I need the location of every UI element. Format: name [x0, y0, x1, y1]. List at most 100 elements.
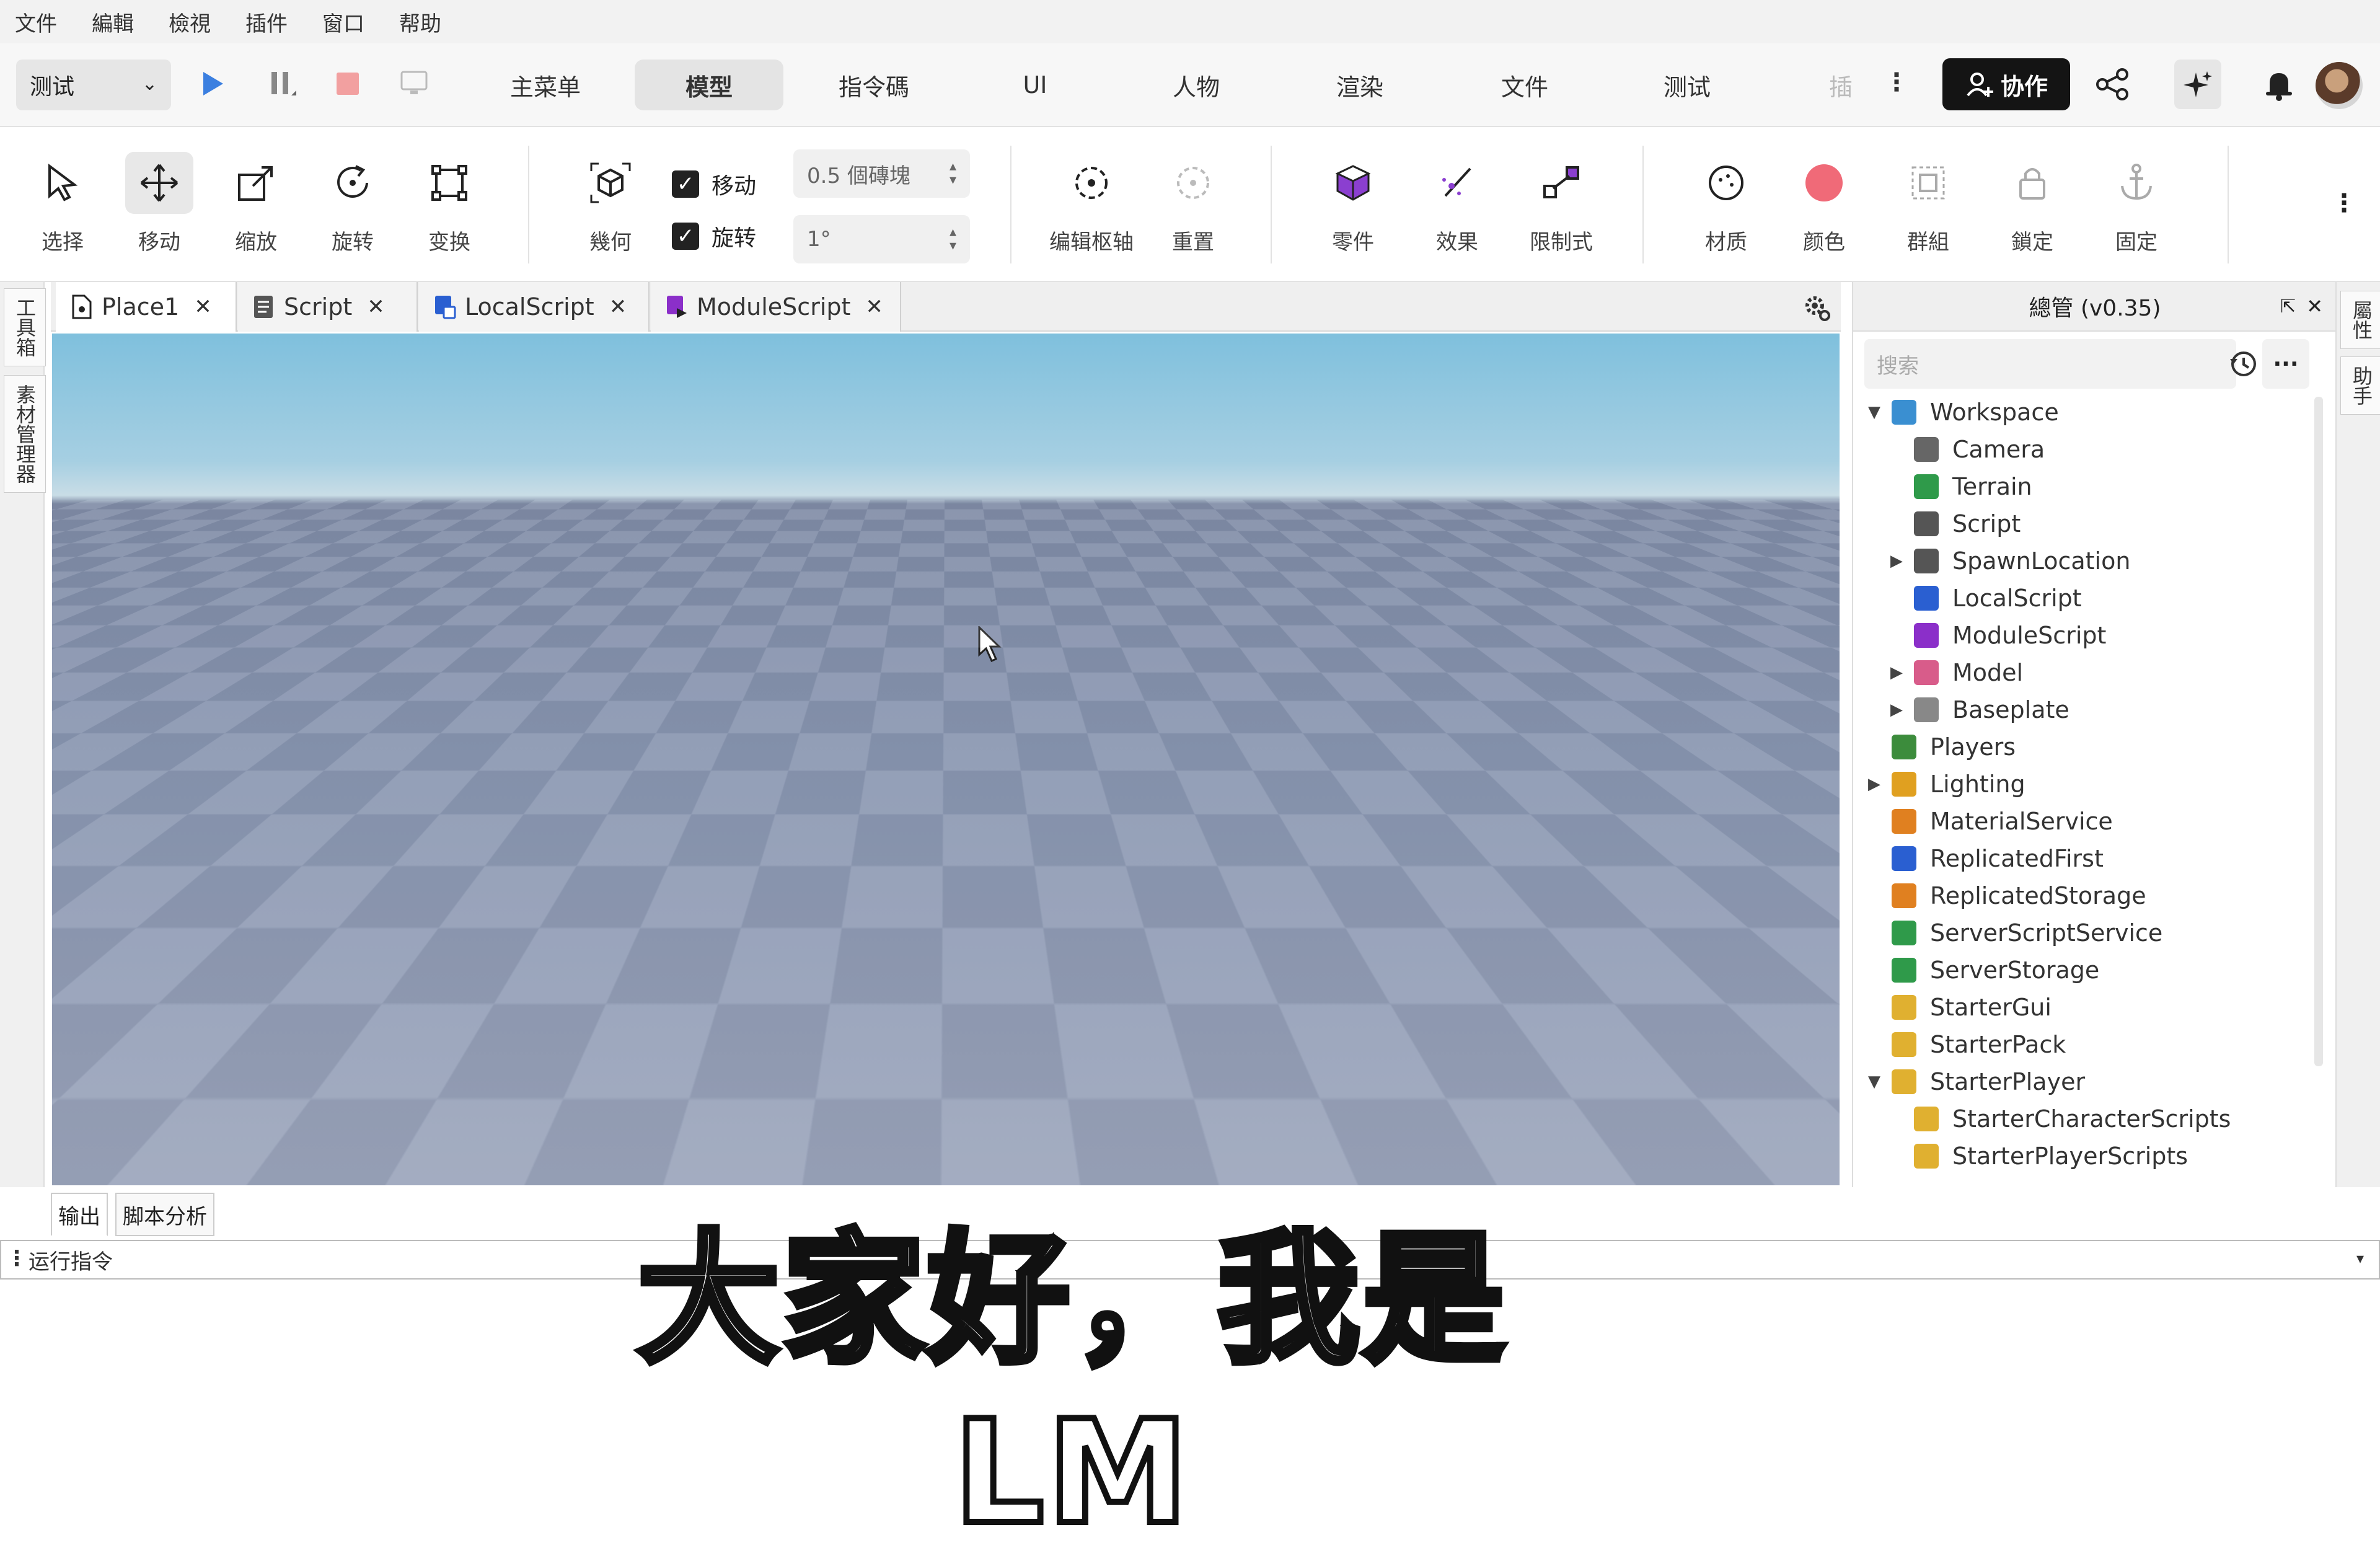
caret-collapsed-icon[interactable]: ▶	[1868, 775, 1880, 793]
menu-help[interactable]: 帮助	[399, 7, 441, 37]
ribbon-more-icon[interactable]: ⋮	[2332, 189, 2356, 218]
close-icon[interactable]: ✕	[367, 294, 385, 319]
caret-collapsed-icon[interactable]: ▶	[1890, 663, 1903, 682]
stepper-arrows-icon[interactable]: ▴ ▾	[950, 226, 956, 253]
screen-icon[interactable]	[399, 69, 430, 100]
rotate-snap-checkbox[interactable]: ✓ 旋转	[672, 220, 756, 252]
tab-output[interactable]: 输出	[51, 1193, 108, 1236]
move-increment-stepper[interactable]: 0.5 個磚塊 ▴ ▾	[793, 149, 970, 198]
tab-script-analysis[interactable]: 脚本分析	[115, 1193, 214, 1236]
3d-viewport[interactable]	[52, 334, 1840, 1185]
tab-ui[interactable]: UI	[992, 60, 1078, 110]
rotate-increment-stepper[interactable]: 1° ▴ ▾	[793, 215, 970, 263]
menu-plugins[interactable]: 插件	[245, 7, 288, 37]
part-tool[interactable]: 零件	[1307, 152, 1399, 263]
move-tool[interactable]: 移动	[113, 152, 206, 263]
constraint-tool[interactable]: 限制式	[1515, 152, 1608, 263]
tree-item[interactable]: Terrain	[1914, 468, 2032, 505]
mode-dropdown[interactable]: 测试 ⌄	[16, 60, 171, 110]
tree-item[interactable]: StarterCharacterScripts	[1914, 1100, 2231, 1138]
command-input[interactable]: 运行指令	[29, 1245, 113, 1275]
tree-item[interactable]: ▶ Baseplate	[1890, 691, 2069, 728]
avatar[interactable]	[2316, 62, 2363, 109]
play-icon[interactable]	[197, 68, 228, 102]
tab-place1[interactable]: Place1 ✕	[56, 282, 237, 332]
tree-item[interactable]: ▶ Model	[1890, 654, 2023, 691]
tab-script[interactable]: 指令碼	[818, 60, 930, 110]
tab-plugins-truncated[interactable]: 插	[1816, 60, 1866, 110]
tree-item[interactable]: Script	[1914, 505, 2021, 542]
caret-expanded-icon[interactable]: ▼	[1868, 403, 1880, 422]
explorer-scrollbar[interactable]	[2314, 397, 2323, 1066]
tree-item[interactable]: StarterPlayerScripts	[1914, 1138, 2188, 1175]
geometry-tool[interactable]: 幾何	[564, 152, 657, 263]
drag-handle-icon[interactable]: ⋮	[6, 1246, 27, 1271]
transform-tool[interactable]: 变换	[403, 152, 496, 263]
collaborate-button[interactable]: 协作	[1942, 58, 2070, 110]
rotate-tool[interactable]: 旋转	[306, 152, 399, 263]
tree-item[interactable]: StarterGui	[1892, 989, 2052, 1026]
undock-icon[interactable]: ⇱	[2280, 296, 2296, 317]
menu-file[interactable]: 文件	[15, 7, 57, 37]
tab-modulescript[interactable]: ModuleScript ✕	[651, 282, 901, 332]
edit-pivot-tool[interactable]: 编辑枢轴	[1045, 152, 1138, 263]
stop-icon[interactable]	[333, 69, 362, 100]
tree-item[interactable]: StarterPack	[1892, 1026, 2066, 1063]
tab-avatar[interactable]: 人物	[1153, 60, 1240, 110]
tree-item[interactable]: LocalScript	[1914, 580, 2082, 617]
history-icon[interactable]	[2228, 348, 2260, 382]
pause-icon[interactable]	[267, 68, 298, 102]
tab-test[interactable]: 测试	[1644, 60, 1730, 110]
tab-localscript[interactable]: LocalScript ✕	[419, 282, 650, 332]
more-tabs-icon[interactable]: ⋮	[1884, 68, 1909, 97]
close-icon[interactable]: ✕	[609, 294, 627, 319]
move-snap-checkbox[interactable]: ✓ 移动	[672, 168, 756, 200]
tree-item[interactable]: Camera	[1914, 431, 2045, 468]
share-icon[interactable]	[2095, 67, 2130, 104]
tab-file[interactable]: 文件	[1481, 60, 1568, 110]
stepper-arrows-icon[interactable]: ▴ ▾	[950, 160, 956, 187]
effects-tool[interactable]: 效果	[1411, 152, 1504, 263]
properties-tab[interactable]: 屬性	[2340, 291, 2380, 349]
menu-view[interactable]: 檢視	[169, 7, 211, 37]
caret-collapsed-icon[interactable]: ▶	[1890, 701, 1903, 719]
viewport-settings-gear-icon[interactable]	[1802, 293, 1831, 324]
tree-item[interactable]: ▶ Lighting	[1868, 766, 2025, 803]
tab-script[interactable]: Script ✕	[238, 282, 418, 332]
caret-collapsed-icon[interactable]: ▶	[1890, 552, 1903, 570]
close-icon[interactable]: ✕	[865, 294, 883, 319]
reset-pivot-tool[interactable]: 重置	[1147, 152, 1240, 263]
select-tool[interactable]: 选择	[16, 152, 109, 263]
close-icon[interactable]: ✕	[2306, 294, 2323, 318]
caret-expanded-icon[interactable]: ▼	[1868, 1072, 1880, 1091]
tree-item[interactable]: ▼ StarterPlayer	[1868, 1063, 2085, 1100]
tree-item[interactable]: ReplicatedStorage	[1892, 877, 2146, 914]
anchor-tool[interactable]: 固定	[2090, 152, 2183, 263]
explorer-more-icon[interactable]: ···	[2262, 339, 2309, 389]
lock-tool[interactable]: 鎖定	[1986, 152, 2079, 263]
toolbox-tab[interactable]: 工具箱	[4, 288, 46, 366]
tree-item[interactable]: ReplicatedFirst	[1892, 840, 2104, 877]
tree-item[interactable]: ServerStorage	[1892, 952, 2099, 989]
tree-item[interactable]: ModuleScript	[1914, 617, 2106, 654]
tab-home[interactable]: 主菜单	[490, 60, 601, 110]
chevron-down-icon[interactable]: ▾	[2356, 1250, 2364, 1267]
menu-window[interactable]: 窗口	[322, 7, 364, 37]
tree-item[interactable]: MaterialService	[1892, 803, 2113, 840]
tree-item[interactable]: ServerScriptService	[1892, 914, 2162, 952]
color-tool[interactable]: 颜色	[1778, 152, 1871, 263]
material-tool[interactable]: 材质	[1680, 152, 1773, 263]
tree-item[interactable]: ▼ Workspace	[1868, 394, 2059, 431]
assistant-tab[interactable]: 助手	[2340, 356, 2380, 415]
scale-tool[interactable]: 缩放	[209, 152, 302, 263]
close-icon[interactable]: ✕	[194, 294, 212, 319]
notification-bell-icon[interactable]	[2263, 68, 2294, 104]
explorer-search-input[interactable]: 搜索	[1864, 339, 2236, 389]
tab-render[interactable]: 渲染	[1316, 60, 1403, 110]
ai-assistant-icon[interactable]	[2174, 60, 2221, 109]
asset-manager-tab[interactable]: 素材管理器	[4, 375, 46, 493]
tree-item[interactable]: ▶ SpawnLocation	[1890, 542, 2130, 580]
tree-item[interactable]: Players	[1892, 728, 2016, 766]
tab-model[interactable]: 模型	[635, 60, 783, 110]
group-tool[interactable]: 群組	[1882, 152, 1975, 263]
